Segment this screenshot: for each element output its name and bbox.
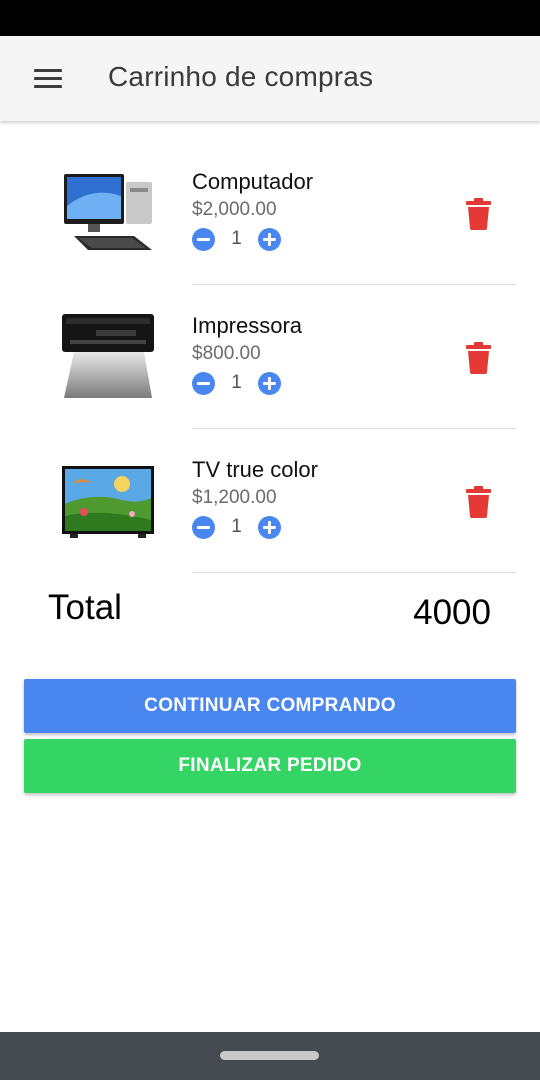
- computer-image: [62, 166, 154, 258]
- decrease-quantity-button[interactable]: [192, 515, 215, 539]
- item-price: $800.00: [192, 343, 261, 364]
- cart-item: Computador $2,000.00 1: [0, 141, 540, 285]
- quantity-value: 1: [231, 516, 242, 537]
- decrease-quantity-button[interactable]: [192, 371, 215, 395]
- quantity-value: 1: [231, 372, 242, 393]
- quantity-value: 1: [231, 228, 242, 249]
- page-title: Carrinho de compras: [108, 61, 374, 92]
- divider: [192, 572, 516, 573]
- item-name: Computador: [192, 169, 314, 194]
- menu-icon[interactable]: [34, 69, 62, 89]
- increase-quantity-button[interactable]: [258, 515, 281, 539]
- status-bar: [0, 0, 540, 36]
- increase-quantity-button[interactable]: [258, 371, 281, 395]
- tv-image: [62, 454, 154, 546]
- trash-icon[interactable]: [466, 198, 491, 230]
- item-price: $1,200.00: [192, 487, 277, 508]
- home-gesture-handle[interactable]: [220, 1051, 319, 1060]
- app-bar: Carrinho de compras: [0, 36, 540, 121]
- printer-image: [62, 310, 154, 402]
- navigation-bar: [0, 1032, 540, 1080]
- trash-icon[interactable]: [466, 486, 491, 518]
- increase-quantity-button[interactable]: [258, 227, 281, 251]
- trash-icon[interactable]: [466, 342, 491, 374]
- continue-shopping-button[interactable]: CONTINUAR COMPRANDO: [24, 679, 516, 733]
- cart-item: TV true color $1,200.00 1: [0, 429, 540, 573]
- quantity-stepper: 1: [192, 227, 281, 251]
- cart-item: Impressora $800.00 1: [0, 285, 540, 429]
- item-price: $2,000.00: [192, 199, 277, 220]
- finish-order-button[interactable]: FINALIZAR PEDIDO: [24, 739, 516, 793]
- item-name: TV true color: [192, 457, 318, 482]
- decrease-quantity-button[interactable]: [192, 227, 215, 251]
- quantity-stepper: 1: [192, 371, 281, 395]
- quantity-stepper: 1: [192, 515, 281, 539]
- total-value: 4000: [413, 593, 491, 632]
- item-name: Impressora: [192, 313, 303, 338]
- total-label: Total: [48, 588, 122, 627]
